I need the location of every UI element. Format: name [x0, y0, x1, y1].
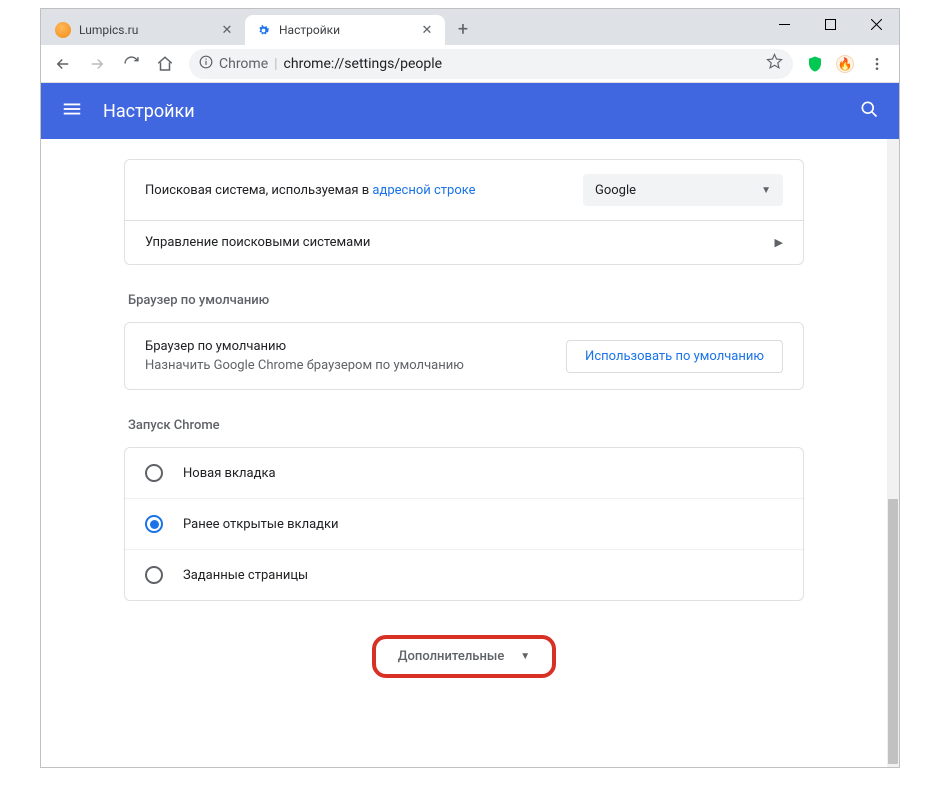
advanced-label: Дополнительные	[398, 649, 505, 664]
section-title-startup: Запуск Chrome	[128, 418, 804, 433]
radio-label: Новая вкладка	[183, 466, 276, 481]
chevron-down-icon: ▼	[520, 651, 530, 662]
omnibox-url: chrome://settings/people	[284, 56, 443, 72]
address-bar-link[interactable]: адресной строке	[372, 183, 475, 198]
maximize-button[interactable]	[807, 9, 853, 39]
radio-label: Заданные страницы	[183, 568, 308, 583]
search-engine-card: Поисковая система, используемая в адресн…	[124, 159, 804, 265]
default-browser-card: Браузер по умолчанию Назначить Google Ch…	[124, 322, 804, 390]
menu-icon[interactable]	[61, 98, 83, 124]
radio-label: Ранее открытые вкладки	[183, 517, 339, 532]
browser-tab-settings[interactable]: Настройки ✕	[245, 15, 445, 45]
dropdown-value: Google	[595, 183, 636, 198]
close-icon[interactable]: ✕	[419, 22, 435, 38]
default-browser-subtitle: Назначить Google Chrome браузером по умо…	[145, 358, 566, 373]
search-icon[interactable]	[859, 99, 879, 123]
extension-shield-icon[interactable]	[801, 50, 829, 78]
make-default-button[interactable]: Использовать по умолчанию	[566, 340, 783, 373]
settings-content: Поисковая система, используемая в адресн…	[41, 139, 887, 767]
browser-tab-lumpics[interactable]: Lumpics.ru ✕	[45, 15, 245, 45]
window-titlebar: Lumpics.ru ✕ Настройки ✕ +	[41, 9, 899, 45]
scrollbar-thumb[interactable]	[888, 499, 898, 764]
bookmark-star-icon[interactable]	[766, 53, 783, 74]
gear-icon	[255, 22, 271, 38]
tab-title: Настройки	[279, 23, 419, 37]
extension-flame-icon[interactable]: 🔥	[831, 50, 859, 78]
manage-label: Управление поисковыми системами	[145, 235, 775, 250]
minimize-button[interactable]	[761, 9, 807, 39]
startup-option-specific-pages[interactable]: Заданные страницы	[125, 549, 803, 600]
default-browser-title: Браузер по умолчанию	[145, 339, 566, 354]
startup-option-continue[interactable]: Ранее открытые вкладки	[125, 498, 803, 549]
vertical-scrollbar[interactable]	[887, 139, 899, 767]
radio-icon	[145, 566, 163, 584]
chevron-right-icon: ▶	[775, 236, 783, 249]
browser-menu-button[interactable]	[861, 48, 893, 80]
startup-card: Новая вкладка Ранее открытые вкладки Зад…	[124, 447, 804, 601]
page-title: Настройки	[103, 101, 195, 122]
section-title-default-browser: Браузер по умолчанию	[128, 293, 804, 308]
radio-icon	[145, 464, 163, 482]
omnibox-prefix: Chrome	[219, 56, 268, 72]
favicon-lumpics	[55, 22, 71, 38]
home-button[interactable]	[149, 48, 181, 80]
search-engine-dropdown[interactable]: Google ▼	[583, 174, 783, 206]
forward-button[interactable]	[81, 48, 113, 80]
default-browser-row: Браузер по умолчанию Назначить Google Ch…	[125, 323, 803, 389]
chevron-down-icon: ▼	[761, 185, 771, 196]
default-browser-text: Браузер по умолчанию Назначить Google Ch…	[145, 339, 566, 373]
address-bar[interactable]: Chrome | chrome://settings/people	[189, 49, 793, 79]
label-text: Поисковая система, используемая в	[145, 183, 372, 198]
tab-strip: Lumpics.ru ✕ Настройки ✕ +	[41, 9, 477, 45]
new-tab-button[interactable]: +	[449, 15, 477, 43]
advanced-section: Дополнительные ▼	[124, 635, 804, 678]
advanced-toggle-button[interactable]: Дополнительные ▼	[372, 635, 556, 678]
settings-header: Настройки	[41, 83, 899, 139]
window-controls	[761, 9, 899, 39]
browser-toolbar: Chrome | chrome://settings/people 🔥	[41, 45, 899, 83]
search-engine-label: Поисковая система, используемая в адресн…	[145, 183, 583, 198]
search-engine-row[interactable]: Поисковая система, используемая в адресн…	[125, 160, 803, 220]
tab-title: Lumpics.ru	[79, 23, 219, 37]
site-info-icon[interactable]	[199, 55, 213, 73]
radio-icon	[145, 515, 163, 533]
close-window-button[interactable]	[853, 9, 899, 39]
manage-search-engines-row[interactable]: Управление поисковыми системами ▶	[125, 220, 803, 264]
content-area: Поисковая система, используемая в адресн…	[41, 139, 899, 767]
startup-option-new-tab[interactable]: Новая вкладка	[125, 448, 803, 498]
back-button[interactable]	[47, 48, 79, 80]
reload-button[interactable]	[115, 48, 147, 80]
close-icon[interactable]: ✕	[219, 22, 235, 38]
omnibox-divider: |	[274, 56, 277, 72]
